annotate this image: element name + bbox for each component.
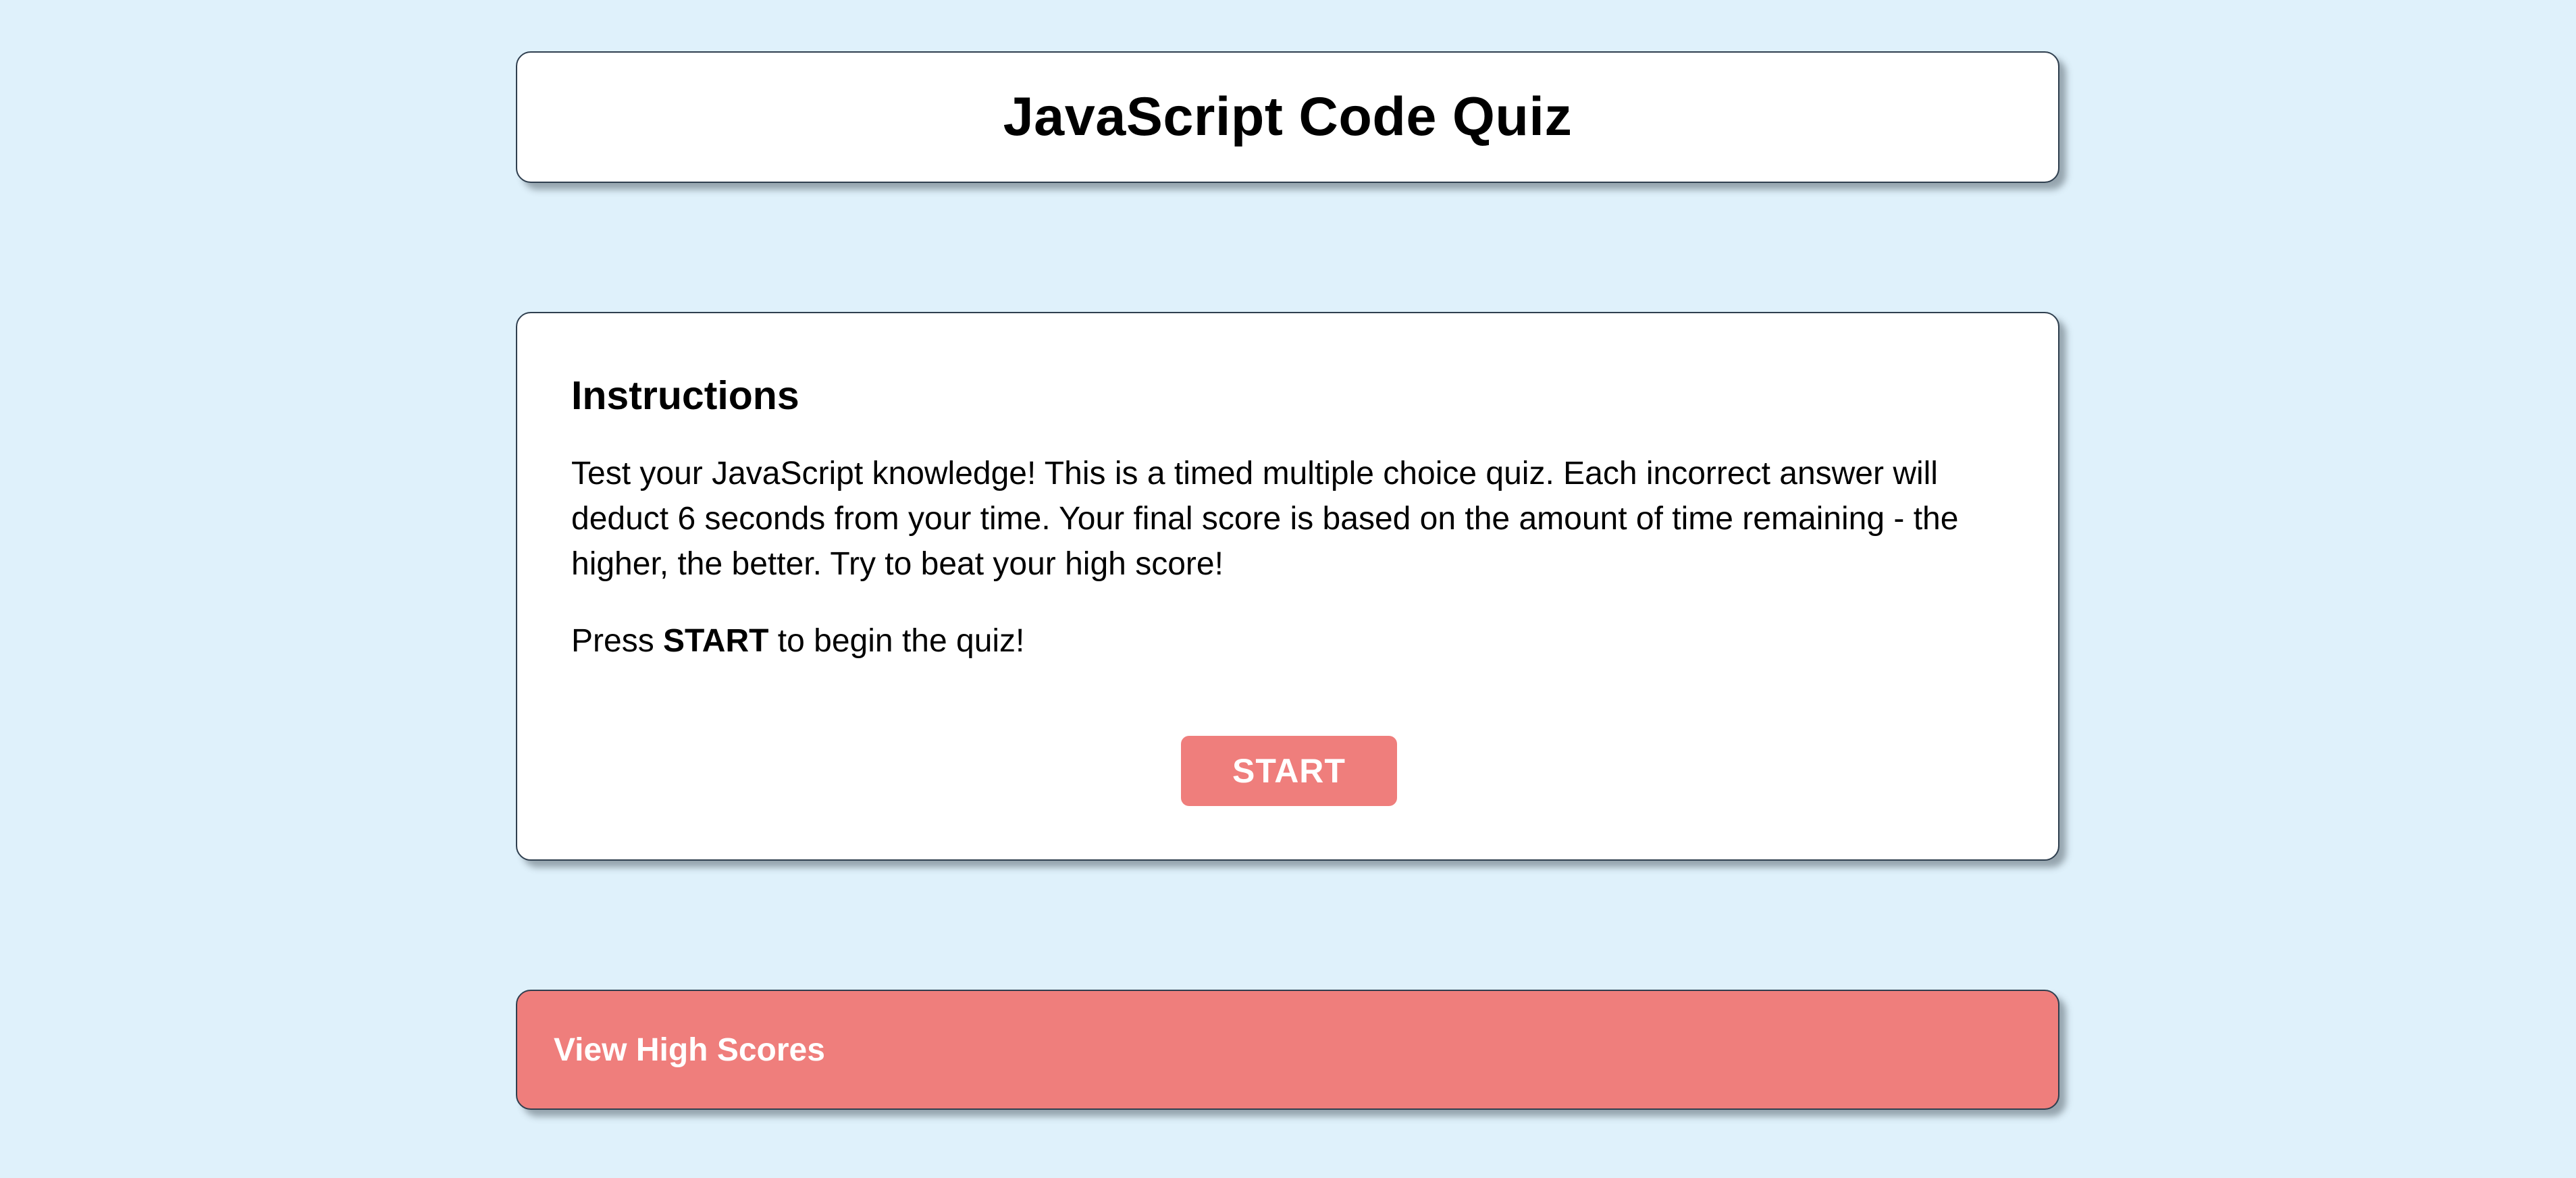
- page-title: JavaScript Code Quiz: [1003, 86, 1573, 147]
- instructions-heading: Instructions: [571, 373, 799, 418]
- instructions-card: Instructions Test your JavaScript knowle…: [516, 312, 2059, 861]
- instructions-text: Test your JavaScript knowledge! This is …: [571, 456, 1959, 582]
- start-button[interactable]: START: [1181, 736, 1397, 806]
- start-prompt-suffix: to begin the quiz!: [768, 623, 1025, 659]
- start-prompt-prefix: Press: [571, 623, 664, 659]
- view-high-scores-link[interactable]: View High Scores: [554, 1032, 825, 1069]
- header-card: JavaScript Code Quiz: [516, 51, 2059, 183]
- start-prompt-keyword: START: [663, 623, 769, 659]
- high-scores-bar[interactable]: View High Scores: [516, 990, 2059, 1110]
- start-prompt: Press START to begin the quiz!: [571, 618, 2004, 664]
